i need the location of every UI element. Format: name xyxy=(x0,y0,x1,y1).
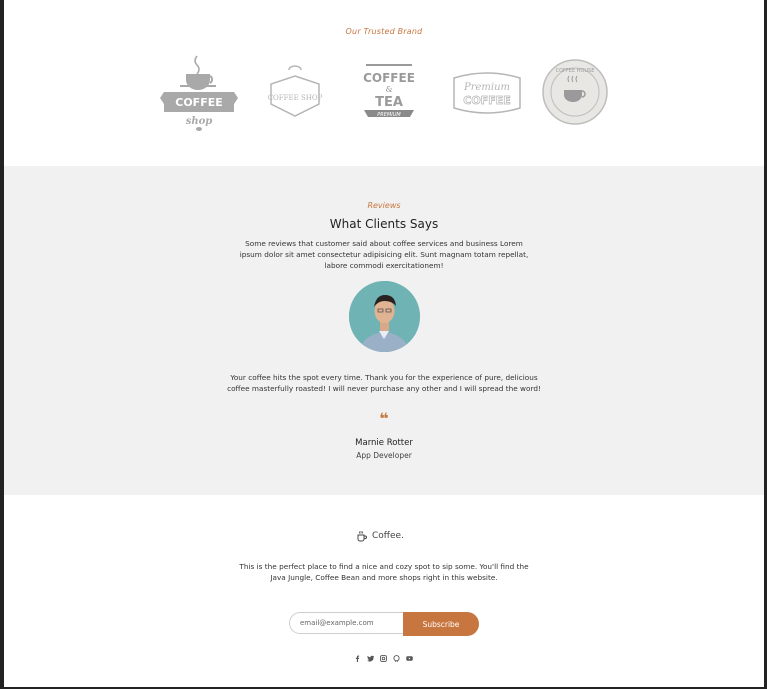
twitter-icon[interactable] xyxy=(367,655,374,662)
brands-title: Our Trusted Brand xyxy=(345,27,423,36)
svg-text:PREMIUM: PREMIUM xyxy=(377,112,401,118)
svg-text:COFFEE: COFFEE xyxy=(363,71,415,85)
footer-description: This is the perfect place to find a nice… xyxy=(239,562,529,582)
coffee-shop-logo[interactable]: COFFEE shop xyxy=(160,52,238,134)
instagram-icon[interactable] xyxy=(380,655,387,662)
reviewer-name: Marnie Rotter xyxy=(355,438,413,448)
footer-brand-name: Coffee. xyxy=(372,531,404,541)
svg-text:COFFEE: COFFEE xyxy=(175,96,222,109)
trusted-brands-section: Our Trusted Brand COFFEE shop COFFEE SHO… xyxy=(4,0,764,166)
reviewer-role: App Developer xyxy=(356,451,412,460)
coffee-tea-logo[interactable]: COFFEE & TEA PREMIUM xyxy=(350,52,428,134)
footer-brand[interactable]: Coffee. xyxy=(356,529,404,543)
quote-icon: ❝ xyxy=(379,409,389,428)
subscribe-form: Subscribe xyxy=(289,612,479,636)
svg-text:COFFEE HOUSE: COFFEE HOUSE xyxy=(556,68,595,74)
brand-logo-row: COFFEE shop COFFEE SHOP COFFEE & TEA PRE… xyxy=(160,52,608,134)
page: Our Trusted Brand COFFEE shop COFFEE SHO… xyxy=(4,0,764,687)
email-input[interactable] xyxy=(289,612,405,634)
coffee-house-seal-logo[interactable]: COFFEE HOUSE xyxy=(536,52,614,134)
reviews-kicker: Reviews xyxy=(367,201,401,210)
social-links xyxy=(354,655,413,662)
facebook-icon[interactable] xyxy=(354,655,361,662)
reviews-intro: Some reviews that customer said about co… xyxy=(239,239,529,270)
youtube-icon[interactable] xyxy=(406,655,413,662)
svg-text:COFFEE: COFFEE xyxy=(463,94,510,107)
github-icon[interactable] xyxy=(393,655,400,662)
svg-text:COFFEE SHOP: COFFEE SHOP xyxy=(268,94,323,102)
coffee-cup-icon xyxy=(356,530,368,542)
svg-text:shop: shop xyxy=(186,116,213,127)
svg-text:TEA: TEA xyxy=(375,95,403,110)
coffee-shop-badge-logo[interactable]: COFFEE SHOP xyxy=(256,52,334,134)
svg-text:&: & xyxy=(385,85,392,94)
reviewer-avatar xyxy=(349,281,420,352)
footer-section: Coffee. This is the perfect place to fin… xyxy=(4,495,764,687)
reviews-section: Reviews What Clients Says Some reviews t… xyxy=(4,166,764,495)
premium-coffee-logo[interactable]: Premium COFFEE xyxy=(448,52,526,134)
reviews-title: What Clients Says xyxy=(329,217,439,231)
subscribe-button[interactable]: Subscribe xyxy=(403,612,479,636)
testimonial-text: Your coffee hits the spot every time. Th… xyxy=(227,373,541,393)
svg-text:Premium: Premium xyxy=(463,82,510,93)
